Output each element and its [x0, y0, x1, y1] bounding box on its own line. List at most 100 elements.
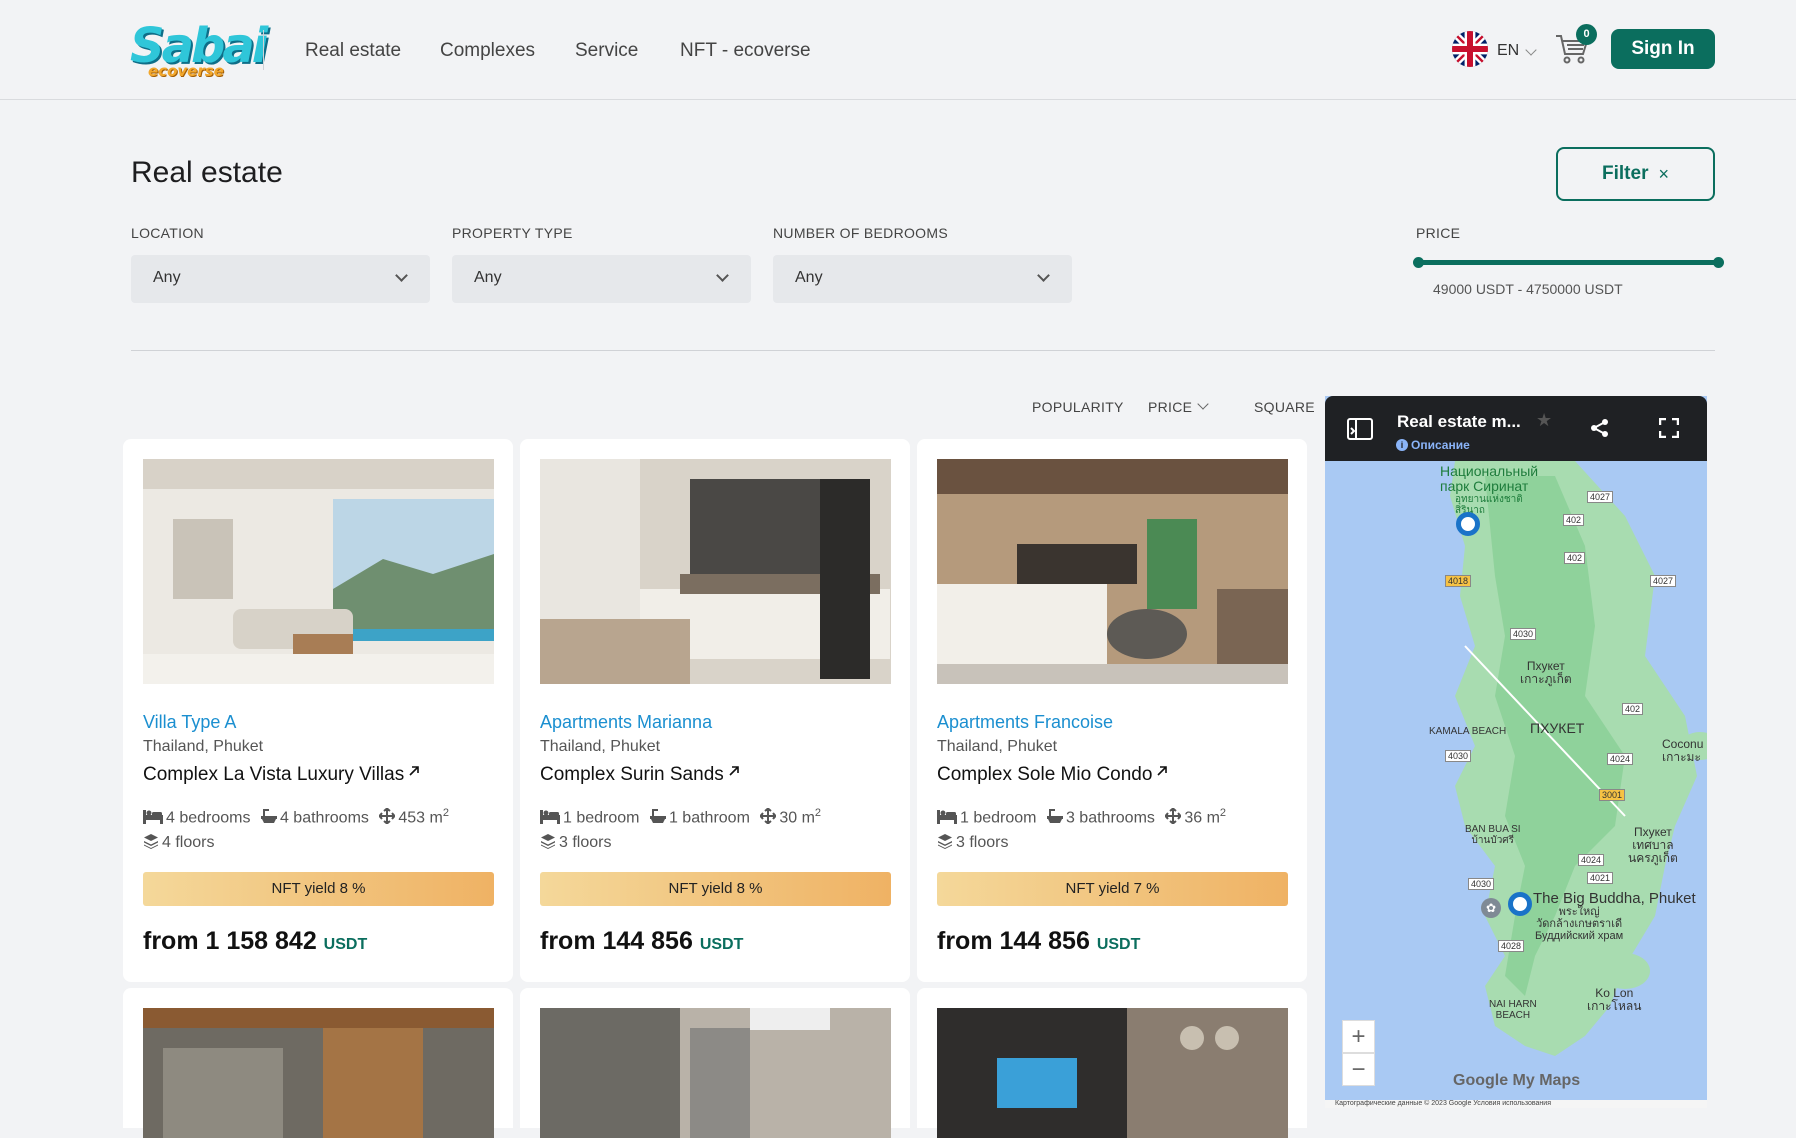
property-photo[interactable] — [143, 459, 494, 684]
road-label: 4028 — [1498, 940, 1525, 952]
map-marker[interactable] — [1456, 512, 1480, 536]
temple-icon: ✿ — [1481, 898, 1501, 918]
map-label-phuket-town: Пхукет เกาะภูเก็ต — [1520, 659, 1572, 686]
sign-in-button[interactable]: Sign In — [1611, 29, 1715, 69]
property-location: Thailand, Phuket — [540, 738, 661, 755]
property-photo[interactable] — [143, 1008, 494, 1138]
zoom-in-button[interactable]: + — [1342, 1020, 1375, 1053]
property-location: Thailand, Phuket — [937, 738, 1058, 755]
area-unit-sup: 2 — [442, 807, 449, 819]
property-photo[interactable] — [937, 1008, 1288, 1138]
layers-icon — [937, 834, 956, 851]
sort-popularity[interactable]: POPULARITY — [1032, 399, 1124, 415]
zoom-out-button[interactable]: − — [1342, 1053, 1375, 1086]
filter-button[interactable]: Filter × — [1556, 147, 1715, 201]
chevron-down-icon[interactable] — [1525, 44, 1537, 56]
floors-count: 4 floors — [162, 834, 215, 851]
road-label: 4030 — [1445, 750, 1472, 762]
road-label: 4021 — [1587, 872, 1614, 884]
property-type-select[interactable]: Any — [452, 255, 751, 303]
nav-service[interactable]: Service — [575, 40, 638, 62]
complex-link[interactable]: Complex La Vista Luxury Villas — [143, 764, 423, 786]
layers-icon — [540, 834, 559, 851]
map-label-koh-lon: Ko Lon เกาะโหลน — [1587, 986, 1642, 1013]
area-icon — [1165, 808, 1184, 826]
property-card[interactable]: Apartments Francoise Thailand, Phuket Co… — [917, 439, 1307, 982]
property-type-link[interactable]: Villa Type A — [143, 712, 236, 733]
google-my-maps-logo: Google My Maps — [1453, 1072, 1581, 1089]
sidebar-toggle-icon[interactable] — [1347, 418, 1373, 445]
uk-flag-icon[interactable] — [1452, 31, 1488, 67]
map-copyright[interactable]: Картографические данные © 2023 Google Ус… — [1325, 1100, 1707, 1108]
nft-yield-badge: NFT yield 7 % — [937, 872, 1288, 906]
language-code[interactable]: EN — [1497, 42, 1519, 60]
property-price: from 144 856 USDT — [540, 927, 743, 956]
price-slider-min-handle[interactable] — [1413, 257, 1424, 268]
complex-name: Complex Surin Sands — [540, 764, 724, 785]
property-photo[interactable] — [937, 459, 1288, 684]
external-link-icon — [404, 764, 423, 785]
property-card[interactable] — [123, 988, 513, 1138]
price-slider-track[interactable] — [1418, 260, 1720, 265]
property-price: from 144 856 USDT — [937, 927, 1140, 956]
road-label: 402 — [1622, 703, 1644, 715]
map-title[interactable]: Real estate m... — [1397, 412, 1521, 432]
chevron-down-icon[interactable] — [1197, 398, 1209, 410]
price-value: from 1 158 842 — [143, 927, 317, 955]
location-select[interactable]: Any — [131, 255, 430, 303]
bedrooms-select[interactable]: Any — [773, 255, 1072, 303]
map-marker[interactable] — [1508, 892, 1532, 916]
close-icon: × — [1658, 163, 1669, 184]
area-unit-sup: 2 — [1219, 807, 1227, 819]
logo-subtext: ecoverse — [148, 62, 224, 80]
property-photo[interactable] — [540, 1008, 891, 1138]
area-unit-sup: 2 — [814, 807, 822, 819]
star-icon[interactable]: ★ — [1536, 410, 1552, 431]
price-slider-max-handle[interactable] — [1713, 257, 1724, 268]
property-type-link[interactable]: Apartments Marianna — [540, 712, 712, 733]
map-description-link[interactable]: Описание — [1411, 438, 1470, 452]
property-type-label: PROPERTY TYPE — [452, 225, 573, 241]
property-card[interactable] — [917, 988, 1307, 1138]
divider — [263, 30, 264, 70]
property-type-value: Any — [474, 269, 502, 286]
property-card[interactable]: Villa Type A Thailand, Phuket Complex La… — [123, 439, 513, 982]
fullscreen-icon[interactable] — [1658, 417, 1680, 443]
complex-name: Complex La Vista Luxury Villas — [143, 764, 405, 785]
complex-name: Complex Sole Mio Condo — [937, 764, 1153, 785]
area-value: 453 m — [398, 809, 443, 827]
area-icon — [760, 808, 779, 826]
nav-complexes[interactable]: Complexes — [440, 40, 535, 62]
complex-link[interactable]: Complex Sole Mio Condo — [937, 764, 1171, 786]
road-label: 4027 — [1650, 575, 1677, 587]
property-photo[interactable] — [540, 459, 891, 684]
property-features: 4 bedrooms 4 bathrooms 453 m2 — [143, 807, 449, 827]
bath-icon — [260, 809, 280, 826]
property-card[interactable]: Apartments Marianna Thailand, Phuket Com… — [520, 439, 910, 982]
complex-link[interactable]: Complex Surin Sands — [540, 764, 743, 786]
nav-real-estate[interactable]: Real estate — [305, 40, 401, 62]
share-icon[interactable] — [1590, 418, 1610, 443]
road-label: 4018 — [1445, 575, 1472, 587]
bathrooms-count: 3 bathrooms — [1065, 809, 1155, 827]
map-label-nai-harn: NAI HARN BEACH — [1489, 999, 1537, 1021]
bath-icon — [649, 809, 669, 826]
map-label-big-buddha: The Big Buddha, Phuket — [1533, 890, 1696, 907]
price-currency: USDT — [699, 936, 744, 953]
chevron-down-icon — [716, 269, 729, 282]
property-card[interactable] — [520, 988, 910, 1138]
price-range-text: 49000 USDT - 4750000 USDT — [1433, 281, 1623, 297]
bed-icon — [937, 809, 960, 826]
bed-icon — [143, 809, 166, 826]
bedrooms-count: 1 bedroom — [960, 809, 1037, 827]
bedrooms-count: 1 bedroom — [563, 809, 640, 827]
nav-nft-ecoverse[interactable]: NFT - ecoverse — [680, 40, 811, 62]
floors-count: 3 floors — [559, 834, 612, 851]
property-type-link[interactable]: Apartments Francoise — [937, 712, 1113, 733]
sort-price[interactable]: PRICE — [1148, 399, 1192, 415]
map-embed[interactable]: Real estate m... i Описание ★ Национальн… — [1325, 396, 1707, 1108]
logo[interactable]: Sabai ecoverse — [130, 18, 268, 80]
layers-icon — [143, 834, 162, 851]
area-value: 30 m — [779, 809, 815, 827]
sort-square[interactable]: SQUARE — [1254, 399, 1315, 415]
